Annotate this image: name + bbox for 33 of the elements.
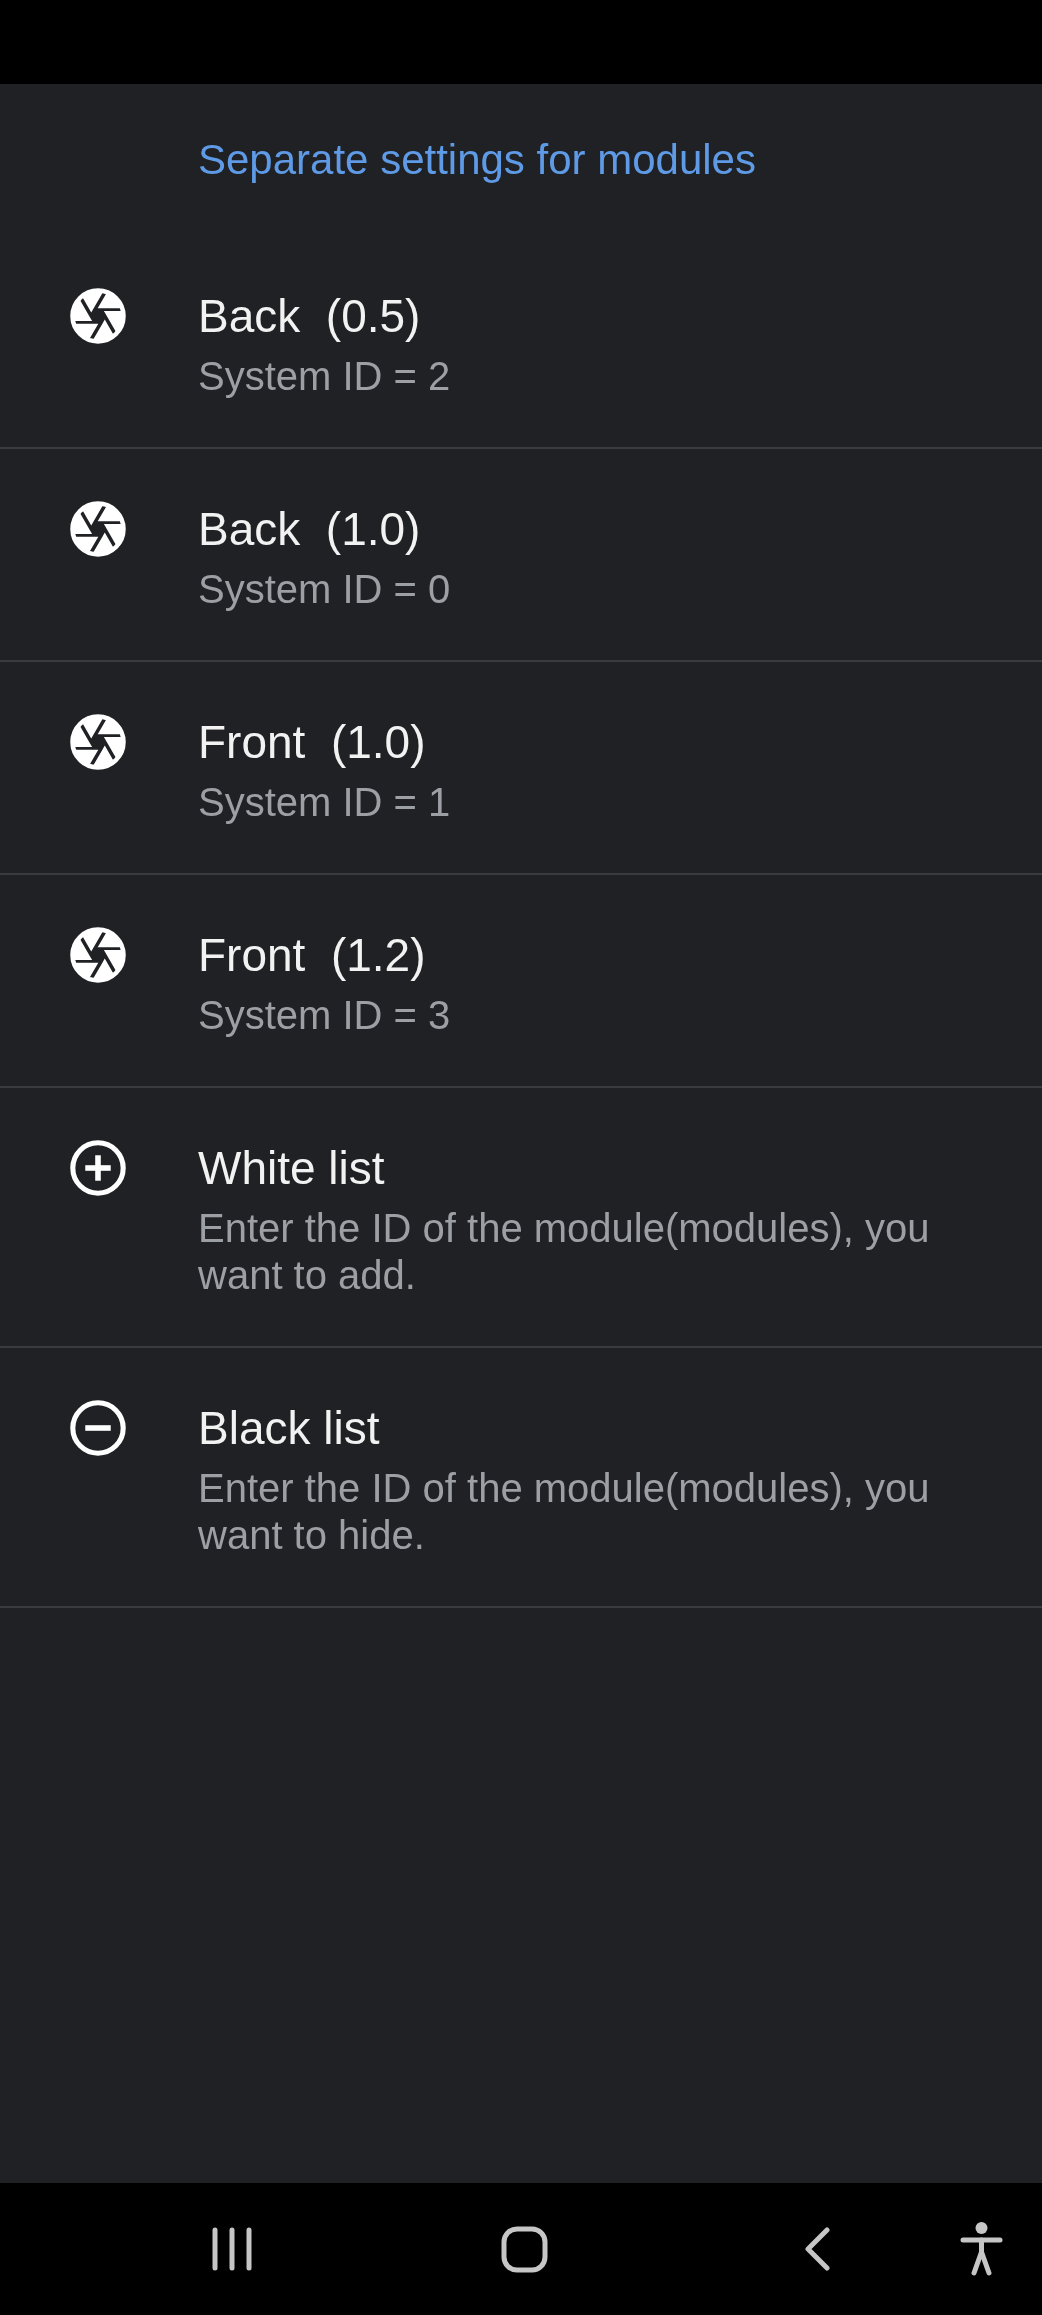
- item-title: Front (1.2): [198, 928, 426, 982]
- recent-apps-button[interactable]: [211, 2227, 253, 2271]
- settings-item[interactable]: Black list Enter the ID of the module(modules), you want to hide.: [0, 1348, 1042, 1608]
- back-icon: [805, 2227, 830, 2271]
- plus-circle-icon: [70, 1140, 126, 1196]
- item-title: White list: [198, 1141, 385, 1195]
- item-summary: System ID = 2: [198, 353, 451, 400]
- section-header: Separate settings for modules: [198, 135, 756, 185]
- home-icon: [501, 2225, 548, 2273]
- item-summary: Enter the ID of the module(modules), you want to add.: [198, 1205, 931, 1299]
- minus-circle-icon: [70, 1400, 126, 1456]
- settings-item[interactable]: Back (1.0) System ID = 0: [0, 449, 1042, 662]
- item-summary: System ID = 0: [198, 566, 451, 613]
- accessibility-button[interactable]: [960, 2222, 1003, 2276]
- item-title: Back (1.0): [198, 502, 421, 556]
- settings-item[interactable]: Front (1.0) System ID = 1: [0, 662, 1042, 875]
- settings-item[interactable]: Front (1.2) System ID = 3: [0, 875, 1042, 1088]
- recent-apps-icon: [211, 2227, 253, 2271]
- item-summary: Enter the ID of the module(modules), you want to hide.: [198, 1465, 931, 1559]
- settings-item[interactable]: White list Enter the ID of the module(modules), you want to add.: [0, 1088, 1042, 1348]
- camera-shutter-icon: [70, 501, 126, 557]
- camera-shutter-icon: [70, 288, 126, 344]
- home-button[interactable]: [501, 2225, 548, 2273]
- item-title: Front (1.0): [198, 715, 426, 769]
- accessibility-icon: [960, 2222, 1003, 2276]
- item-title: Back (0.5): [198, 289, 421, 343]
- settings-item[interactable]: Back (0.5) System ID = 2: [0, 236, 1042, 449]
- item-summary: System ID = 1: [198, 779, 451, 826]
- back-button[interactable]: [805, 2227, 830, 2271]
- item-title: Black list: [198, 1401, 380, 1455]
- item-summary: System ID = 3: [198, 992, 451, 1039]
- camera-shutter-icon: [70, 714, 126, 770]
- camera-shutter-icon: [70, 927, 126, 983]
